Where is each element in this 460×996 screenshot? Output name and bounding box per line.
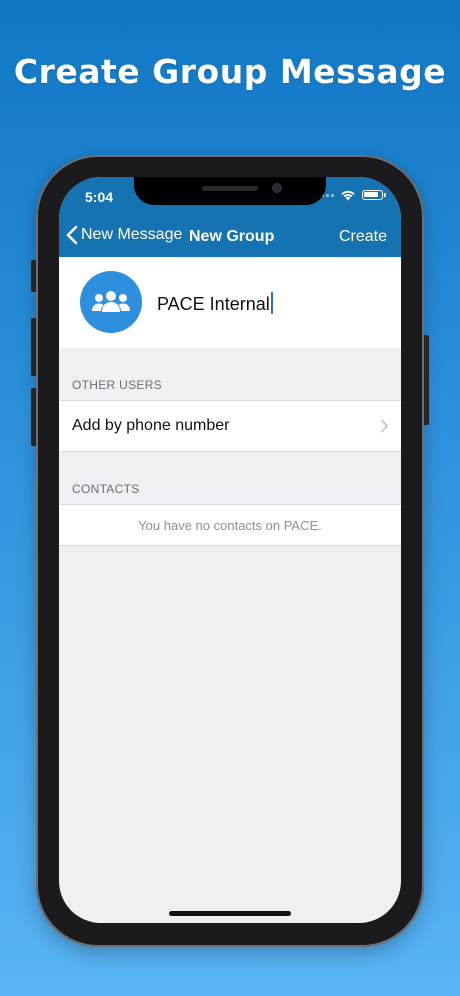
phone-screen: 5:04 New Message New Group Create PACE I… — [59, 177, 401, 923]
section-header-other-users: OTHER USERS — [72, 378, 162, 392]
notch — [134, 177, 326, 205]
group-info-card: PACE Internal — [59, 257, 401, 348]
chevron-left-icon — [66, 225, 78, 245]
group-name-input[interactable]: PACE Internal — [157, 292, 273, 315]
contacts-empty-state: You have no contacts on PACE. — [59, 504, 401, 546]
speaker-grille — [202, 186, 258, 191]
navigation-bar: New Message New Group Create — [59, 223, 401, 251]
create-button[interactable]: Create — [339, 228, 387, 246]
nav-title: New Group — [189, 228, 275, 245]
text-cursor — [270, 292, 273, 314]
group-name-value: PACE Internal — [157, 294, 270, 314]
camera-icon — [272, 183, 282, 193]
status-icons — [316, 189, 386, 201]
group-avatar[interactable] — [80, 271, 142, 333]
back-button[interactable]: New Message — [65, 225, 182, 245]
back-label: New Message — [81, 226, 183, 243]
add-by-phone-label: Add by phone number — [72, 417, 230, 434]
chevron-right-icon — [381, 419, 388, 433]
content: PACE Internal OTHER USERS Add by phone n… — [59, 257, 401, 546]
wifi-icon — [341, 190, 355, 201]
headline: Create Group Message — [13, 52, 447, 91]
status-time: 5:04 — [85, 189, 114, 205]
battery-icon — [362, 190, 386, 200]
add-by-phone-row[interactable]: Add by phone number — [59, 400, 401, 452]
home-indicator[interactable] — [169, 911, 291, 916]
section-header-contacts: CONTACTS — [72, 482, 140, 496]
group-people-icon — [92, 291, 130, 312]
